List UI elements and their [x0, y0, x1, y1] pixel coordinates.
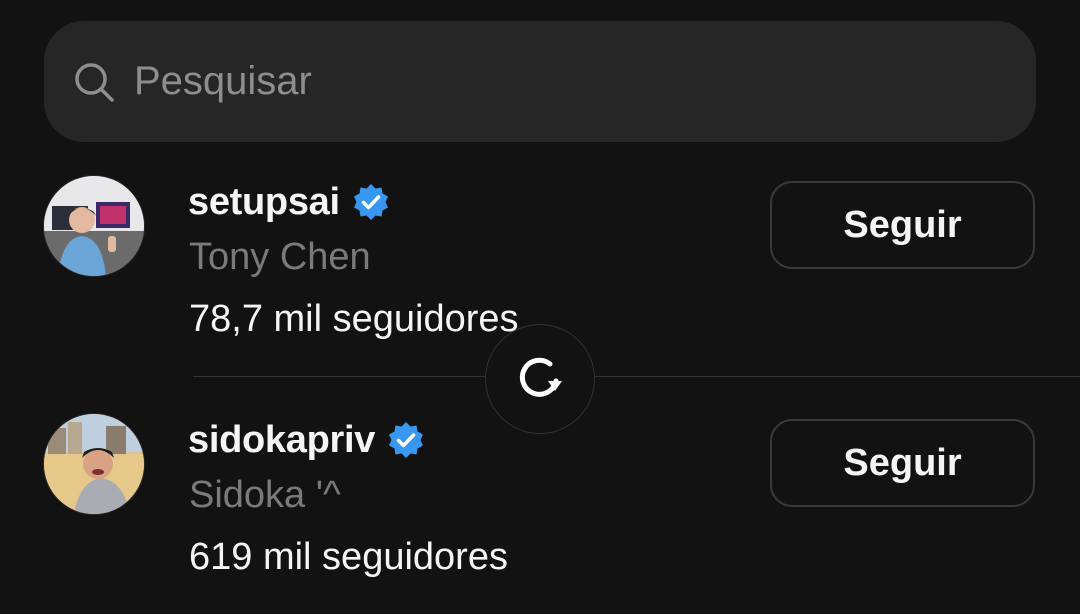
verified-badge-icon — [350, 181, 392, 223]
username[interactable]: setupsai — [188, 181, 340, 224]
full-name: Tony Chen — [189, 236, 371, 278]
username[interactable]: sidokapriv — [188, 419, 375, 462]
avatar[interactable] — [44, 414, 144, 514]
username-line: sidokapriv — [188, 414, 427, 466]
avatar[interactable] — [44, 176, 144, 276]
divider — [193, 376, 1080, 377]
refresh-icon — [510, 347, 570, 412]
search-input[interactable] — [134, 59, 894, 104]
follower-count: 619 mil seguidores — [189, 536, 508, 578]
follow-button[interactable]: Seguir — [770, 419, 1035, 507]
verified-badge-icon — [385, 419, 427, 461]
follow-button[interactable]: Seguir — [770, 181, 1035, 269]
full-name: Sidoka '^ — [189, 474, 341, 516]
list-item[interactable]: sidokapriv Sidoka '^ 619 mil seguidores … — [0, 408, 1080, 608]
search-bar[interactable] — [44, 21, 1036, 142]
follower-count: 78,7 mil seguidores — [189, 298, 519, 340]
search-results-screen: setupsai Tony Chen 78,7 mil seguidores S… — [0, 0, 1080, 614]
username-line: setupsai — [188, 176, 392, 228]
search-icon — [72, 60, 116, 104]
refresh-button[interactable] — [485, 324, 595, 434]
